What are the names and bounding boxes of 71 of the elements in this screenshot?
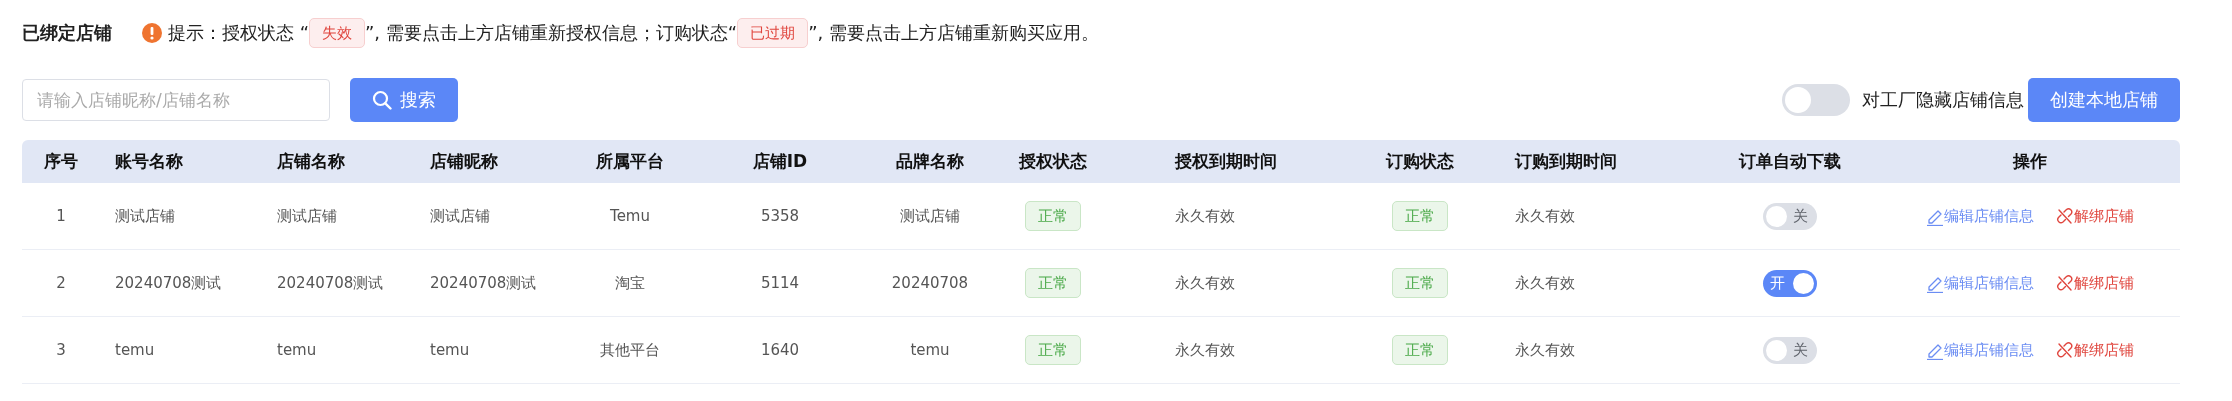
status-tag: 正常 <box>1025 201 1081 231</box>
column-header: 授权状态 <box>1017 150 1088 173</box>
edit-store-link[interactable]: 编辑店铺信息 <box>1926 206 2034 226</box>
table-cell-text: 永久有效 <box>1174 273 1236 293</box>
status-tag: 已过期 <box>737 18 809 48</box>
column-header: 授权到期时间 <box>1173 150 1278 173</box>
search-button[interactable]: 搜索 <box>350 78 458 122</box>
column-header: 操作 <box>2011 150 2048 173</box>
table-cell-text: 1640 <box>759 341 801 359</box>
toggle-switch[interactable]: 关 <box>1763 336 1817 364</box>
unbind-store-link[interactable]: 解绑店铺 <box>2056 340 2134 360</box>
table-cell-text: 测试店铺 <box>899 206 961 226</box>
table-cell-text: temu <box>276 341 318 359</box>
broken-link-icon <box>2056 273 2074 293</box>
table-cell-text: 20240708测试 <box>276 273 385 293</box>
hint-text: 提示：授权状态 “ <box>168 21 310 45</box>
status-tag: 正常 <box>1392 335 1448 365</box>
table-cell-text: 永久有效 <box>1174 206 1236 226</box>
column-header: 品牌名称 <box>895 150 965 173</box>
status-tag: 正常 <box>1392 268 1448 298</box>
status-tag: 正常 <box>1392 201 1448 231</box>
table-cell-text: 20240708测试 <box>114 273 223 293</box>
column-header: 店铺ID <box>751 150 809 173</box>
table-cell-text: 2 <box>55 274 67 292</box>
toggle-label: 对工厂隐藏店铺信息 <box>1862 88 2024 112</box>
broken-link-icon <box>2056 340 2074 360</box>
table-cell-text: 5358 <box>759 207 801 225</box>
table-cell-text: 永久有效 <box>1514 273 1576 293</box>
edit-store-link[interactable]: 编辑店铺信息 <box>1926 340 2034 360</box>
search-field[interactable]: 请输入店铺昵称/店铺名称 <box>22 79 330 121</box>
column-header: 序号 <box>43 150 79 173</box>
hint-text: ”, 需要点击上方店铺重新购买应用。 <box>808 21 1099 45</box>
warning-icon <box>142 23 162 43</box>
status-tag: 正常 <box>1025 268 1081 298</box>
table-cell-text: 5114 <box>759 274 801 292</box>
toggle-switch[interactable]: 开 <box>1763 269 1817 297</box>
status-tag: 正常 <box>1025 335 1081 365</box>
table-cell-text: temu <box>909 341 951 359</box>
broken-link-icon <box>2056 206 2074 226</box>
table-cell-text: 其他平台 <box>599 340 661 360</box>
column-header: 店铺昵称 <box>429 150 499 173</box>
unbind-store-link[interactable]: 解绑店铺 <box>2056 273 2134 293</box>
column-header: 订购状态 <box>1384 150 1455 173</box>
table-cell-text: 1 <box>55 207 67 225</box>
table-cell-text: temu <box>114 341 156 359</box>
column-header: 账号名称 <box>114 150 184 173</box>
hint-text: ”, 需要点击上方店铺重新授权信息；订购状态“ <box>365 21 738 45</box>
table-cell-text: 淘宝 <box>614 273 646 293</box>
table-cell-text: 永久有效 <box>1514 206 1576 226</box>
column-header: 所属平台 <box>595 150 665 173</box>
table-cell-text: temu <box>429 341 471 359</box>
edit-store-link[interactable]: 编辑店铺信息 <box>1926 273 2034 293</box>
column-header: 订单自动下载 <box>1737 150 1842 173</box>
table-cell-text: 20240708 <box>890 274 970 292</box>
page-title: 已绑定店铺 <box>22 21 112 45</box>
status-tag: 失效 <box>309 18 366 48</box>
table-cell-text: 永久有效 <box>1174 340 1236 360</box>
table-cell-text: Temu <box>609 207 651 225</box>
create-store-button[interactable]: 创建本地店铺 <box>2028 78 2180 122</box>
table-cell-text: 测试店铺 <box>429 206 491 226</box>
table-cell-text: 永久有效 <box>1514 340 1576 360</box>
table-cell-text: 测试店铺 <box>276 206 338 226</box>
table-cell-text: 测试店铺 <box>114 206 176 226</box>
column-header: 订购到期时间 <box>1513 150 1618 173</box>
table-cell-text: 3 <box>55 341 67 359</box>
toggle-switch[interactable] <box>1782 84 1850 116</box>
search-icon <box>372 90 392 110</box>
table-cell-text: 20240708测试 <box>429 273 538 293</box>
column-header: 店铺名称 <box>276 150 346 173</box>
toggle-switch[interactable]: 关 <box>1763 202 1817 230</box>
unbind-store-link[interactable]: 解绑店铺 <box>2056 206 2134 226</box>
